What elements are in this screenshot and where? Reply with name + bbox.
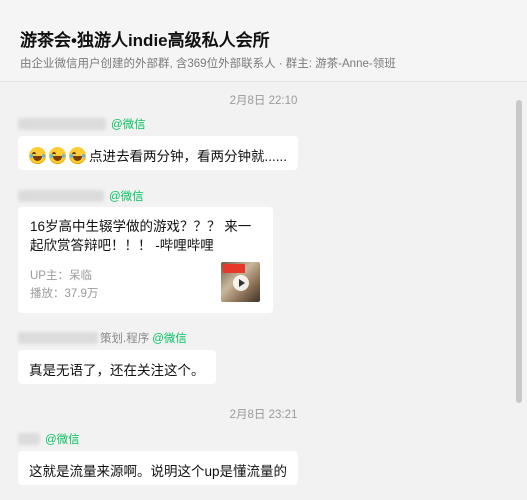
play-icon: [233, 275, 249, 291]
loudly-crying-face-icon: [69, 147, 86, 164]
loudly-crying-face-icon: [49, 147, 66, 164]
message-bubble[interactable]: 点进去看两分钟，看两分钟就......: [18, 136, 299, 170]
redacted-name: [18, 332, 98, 344]
wechat-tag: @微信: [111, 119, 146, 131]
card-play-count: 播放：37.9万: [30, 288, 99, 300]
sender-name-text: 策划.程序: [100, 333, 150, 345]
sender-name[interactable]: @微信: [18, 188, 144, 204]
redacted-name: [18, 190, 104, 202]
message-bubble[interactable]: 真是无语了，还在关注这个。: [18, 350, 216, 384]
scrollbar[interactable]: [516, 100, 522, 403]
group-title[interactable]: 游茶会•独游人indie高级私人会所: [20, 26, 270, 51]
timestamp: 2月8日 22:10: [229, 95, 298, 107]
group-subtitle: 由企业微信用户创建的外部群, 含369位外部联系人 · 群主: 游茶-Anne-…: [20, 58, 396, 70]
video-thumbnail: [221, 262, 260, 302]
wechat-tag: @微信: [45, 434, 80, 446]
shared-video-card[interactable]: 16岁高中生辍学做的游戏？？？ 来一起欣赏答辩吧！！！ -哔哩哔哩 UP主：呆临…: [18, 207, 273, 313]
thumbnail-label: [223, 264, 245, 273]
timestamp: 2月8日 23:21: [229, 409, 298, 421]
message-text: 点进去看两分钟，看两分钟就......: [89, 149, 288, 164]
wechat-tag: @微信: [152, 333, 187, 345]
loudly-crying-face-icon: [29, 147, 46, 164]
card-title: 16岁高中生辍学做的游戏？？？ 来一起欣赏答辩吧！！！ -哔哩哔哩: [30, 219, 252, 253]
chat-header: 游茶会•独游人indie高级私人会所 由企业微信用户创建的外部群, 含369位外…: [0, 0, 527, 82]
sender-name[interactable]: @微信: [18, 116, 146, 132]
sender-name[interactable]: 策划.程序 @微信: [18, 330, 187, 346]
wechat-tag: @微信: [109, 191, 144, 203]
redacted-name: [18, 433, 40, 445]
message-text: 真是无语了，还在关注这个。: [29, 363, 205, 378]
message-list[interactable]: 2月8日 22:10 @微信 点进去看两分钟，看两分钟就...... @微信 1…: [0, 83, 527, 500]
card-uploader: UP主：呆临: [30, 270, 92, 282]
redacted-name: [18, 118, 106, 130]
message-bubble[interactable]: 这就是流量来源啊。说明这个up是懂流量的: [18, 451, 299, 485]
message-text: 这就是流量来源啊。说明这个up是懂流量的: [29, 464, 288, 479]
sender-name[interactable]: @微信: [18, 431, 80, 447]
